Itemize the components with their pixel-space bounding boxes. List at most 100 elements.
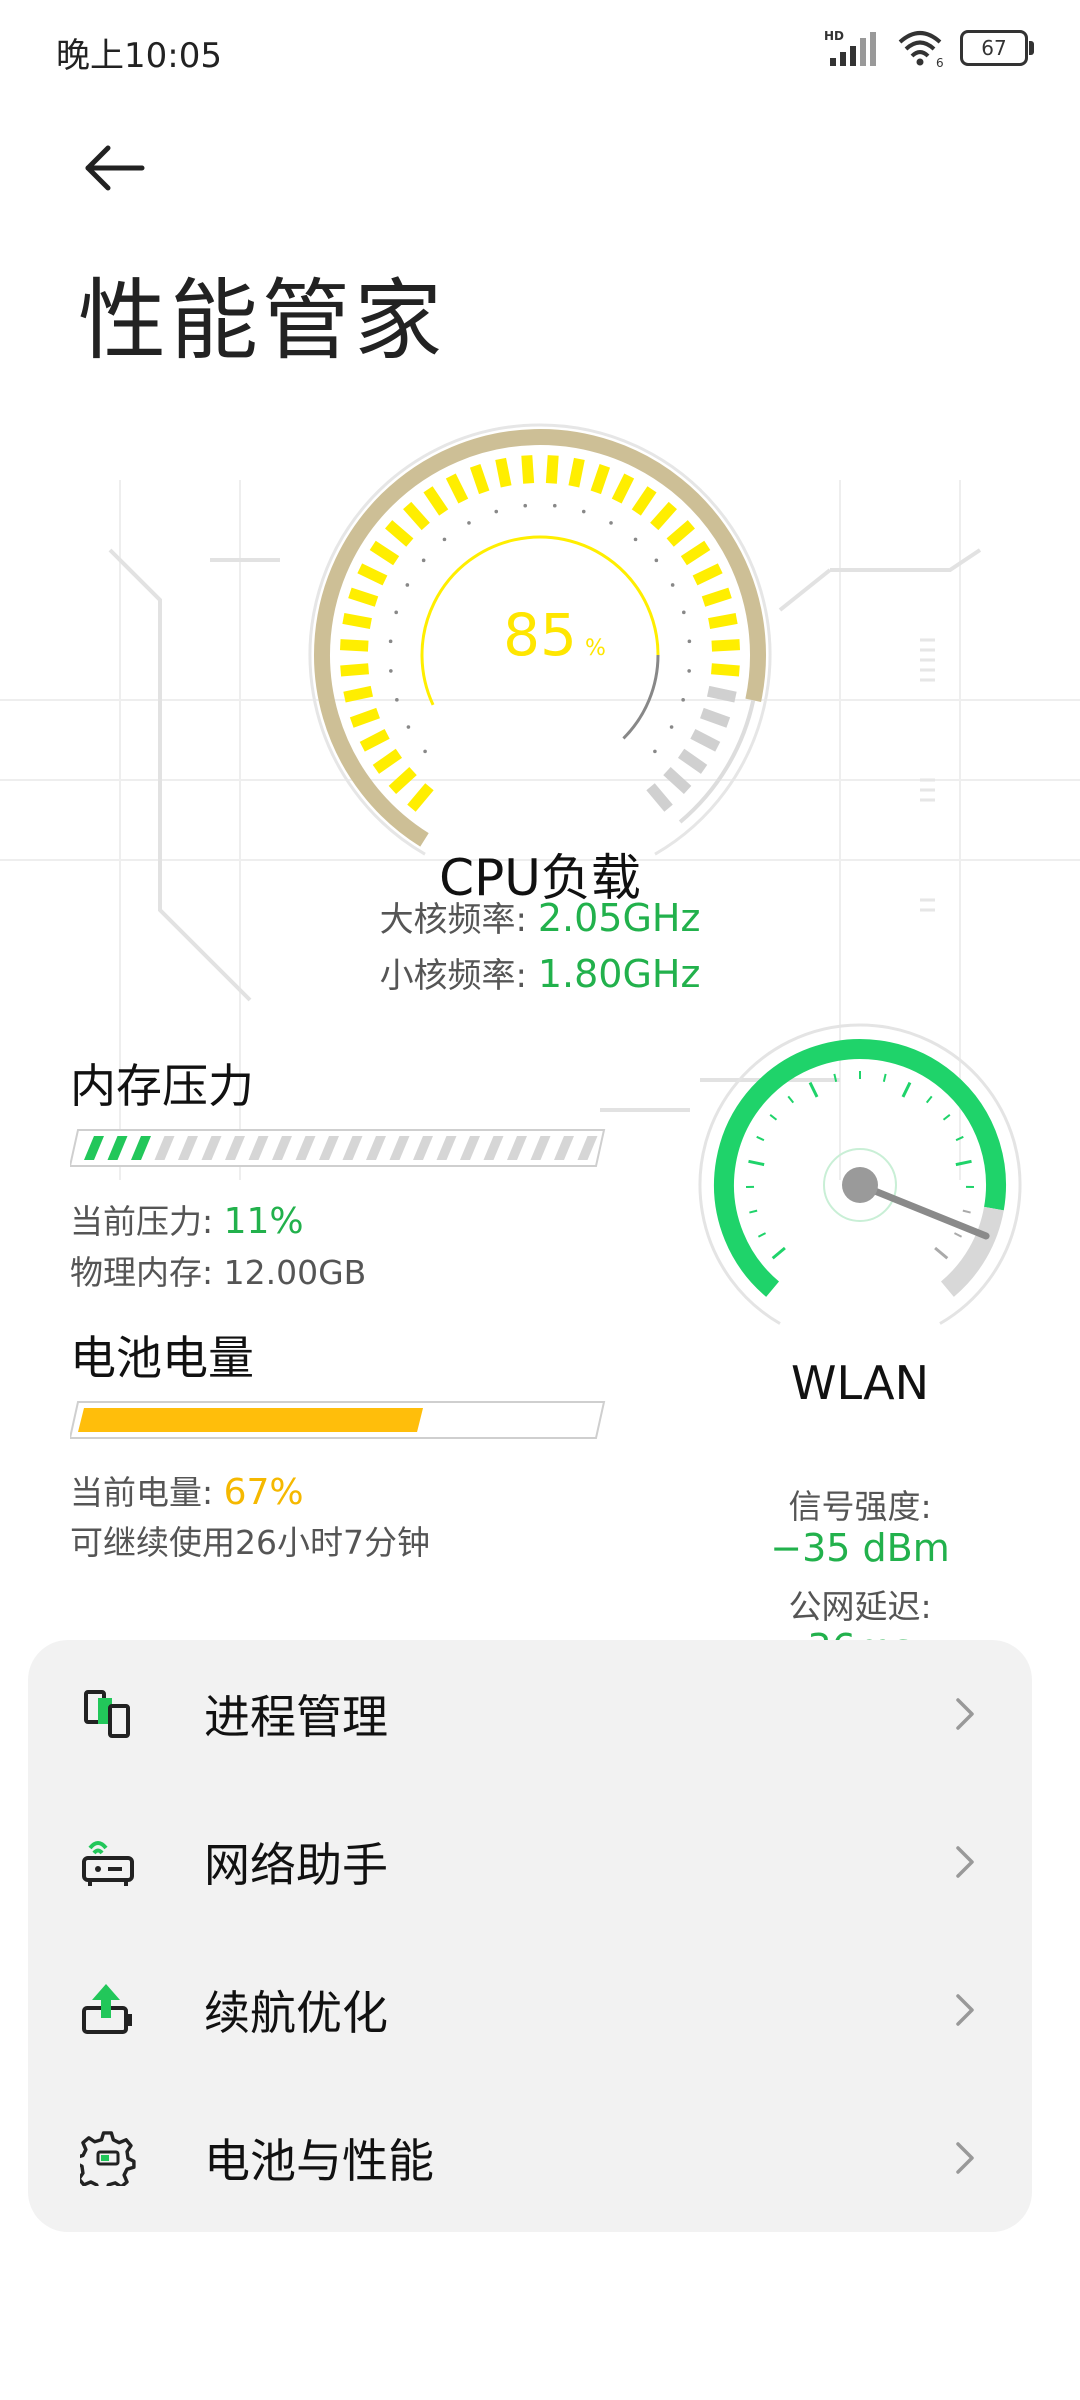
cpu-tick <box>349 707 380 728</box>
small-core-row: 小核频率: 1.80GHz <box>0 948 1080 997</box>
battery-level-label: 当前电量: <box>70 1473 214 1512</box>
wlan-tick <box>953 1232 963 1238</box>
cpu-dot <box>442 537 447 542</box>
pressure-value: 11% <box>223 1201 304 1242</box>
wlan-tick <box>787 1095 795 1104</box>
memory-title: 内存压力 <box>70 1059 254 1113</box>
cpu-dot <box>552 503 557 508</box>
menu-label-battery-performance: 电池与性能 <box>204 2134 434 2188</box>
cpu-tick <box>706 685 737 703</box>
cpu-tick <box>407 783 434 812</box>
big-core-label: 大核频率: <box>379 900 528 940</box>
cpu-dot <box>670 583 675 587</box>
cpu-tick <box>692 563 723 586</box>
cpu-dot <box>609 521 613 525</box>
cpu-tick <box>631 486 657 516</box>
cpu-tick <box>369 540 400 566</box>
cpu-dot <box>405 583 410 587</box>
tools-menu-card: 进程管理 网络助手 续航优化 电池与性能 <box>28 1640 1032 2232</box>
signal-label: 信号强度: <box>788 1487 932 1526</box>
gear-icon <box>80 2131 136 2186</box>
menu-item-process[interactable]: 进程管理 <box>28 1640 1032 1788</box>
cpu-dot <box>389 669 393 673</box>
battery-bar-fill <box>78 1408 424 1432</box>
wlan-tick <box>955 1159 972 1167</box>
wlan-tick <box>756 1135 765 1142</box>
cpu-tick <box>340 663 369 677</box>
wlan-tick <box>882 1073 887 1082</box>
wifi-icon: 6 <box>898 31 944 68</box>
cpu-tick <box>700 707 731 728</box>
cpu-tick <box>568 457 585 488</box>
big-core-value: 2.05GHz <box>537 896 701 940</box>
wlan-tick <box>833 1073 838 1082</box>
physical-memory-line: 物理内存: 12.00GB <box>70 1246 366 1294</box>
cpu-tick <box>690 728 721 752</box>
memory-bar-frame <box>70 1129 606 1167</box>
cpu-tick <box>711 663 740 677</box>
wifi-sub: 6 <box>936 56 944 68</box>
back-arrow-icon[interactable] <box>76 128 156 208</box>
page-title: 性能管家 <box>78 269 447 372</box>
memory-pressure-line: 当前压力: 11% <box>70 1195 304 1243</box>
menu-label-endurance: 续航优化 <box>204 1986 388 2040</box>
cpu-dot <box>687 639 692 644</box>
cpu-tick <box>342 613 372 629</box>
cpu-tick <box>708 613 738 629</box>
cpu-percent-value: 85 <box>503 601 577 669</box>
cpu-tick <box>680 540 711 566</box>
cpu-dot <box>423 749 427 754</box>
wlan-tick <box>757 1232 767 1238</box>
cpu-dot <box>394 610 398 615</box>
wlan-tick <box>771 1246 786 1260</box>
cpu-dot <box>687 669 691 673</box>
battery-level-bar <box>70 1401 606 1439</box>
wlan-tick <box>749 1209 758 1214</box>
chevron-right-icon <box>956 1698 974 1730</box>
cpu-inner-arc-rest <box>622 654 660 740</box>
battery-indicator: 67 <box>960 30 1034 66</box>
cpu-dot <box>581 509 586 514</box>
cpu-dot <box>682 610 686 615</box>
menu-item-battery-performance[interactable]: 电池与性能 <box>28 2084 1032 2232</box>
cpu-dot <box>388 639 393 644</box>
network-badge: HD <box>824 29 844 43</box>
wlan-tick <box>934 1246 949 1260</box>
cpu-dot <box>421 558 426 563</box>
cpu-tick <box>357 563 388 586</box>
memory-pressure-bar <box>70 1129 606 1167</box>
cpu-tick <box>650 501 677 531</box>
wlan-tick <box>955 1135 964 1142</box>
wlan-gauge <box>698 1023 1022 1325</box>
cpu-dot <box>654 558 659 563</box>
cpu-dot <box>669 725 674 729</box>
menu-item-endurance[interactable]: 续航优化 <box>28 1936 1032 2084</box>
cpu-percent-unit: % <box>585 636 606 661</box>
router-icon <box>82 1841 134 1886</box>
cpu-tick <box>385 520 414 547</box>
cpu-tick <box>545 455 559 484</box>
cpu-tick <box>590 464 611 495</box>
process-icon <box>84 1690 130 1738</box>
cpu-tick <box>663 766 692 795</box>
cpu-tick <box>666 520 695 547</box>
physical-value: 12.00GB <box>223 1253 367 1292</box>
cpu-tick <box>348 587 379 607</box>
cpu-tick <box>701 587 732 607</box>
cpu-tick <box>359 728 390 752</box>
status-time: 晚上10:05 <box>56 36 222 76</box>
menu-item-network[interactable]: 网络助手 <box>28 1788 1032 1936</box>
cpu-dot <box>653 749 657 754</box>
cpu-dot <box>633 537 638 542</box>
signal-value: −35 dBm <box>770 1526 950 1570</box>
cpu-tick <box>343 685 374 703</box>
cpu-tick <box>711 639 741 652</box>
cpu-tick <box>646 783 673 812</box>
wlan-needle <box>856 1181 990 1240</box>
cpu-gauge: 85 % <box>308 423 772 856</box>
wlan-tick <box>962 1209 971 1214</box>
wlan-tick <box>942 1114 951 1121</box>
physical-label: 物理内存: <box>70 1253 214 1292</box>
battery-remaining: 可继续使用26小时7分钟 <box>70 1523 430 1562</box>
cpu-dot <box>523 503 528 508</box>
